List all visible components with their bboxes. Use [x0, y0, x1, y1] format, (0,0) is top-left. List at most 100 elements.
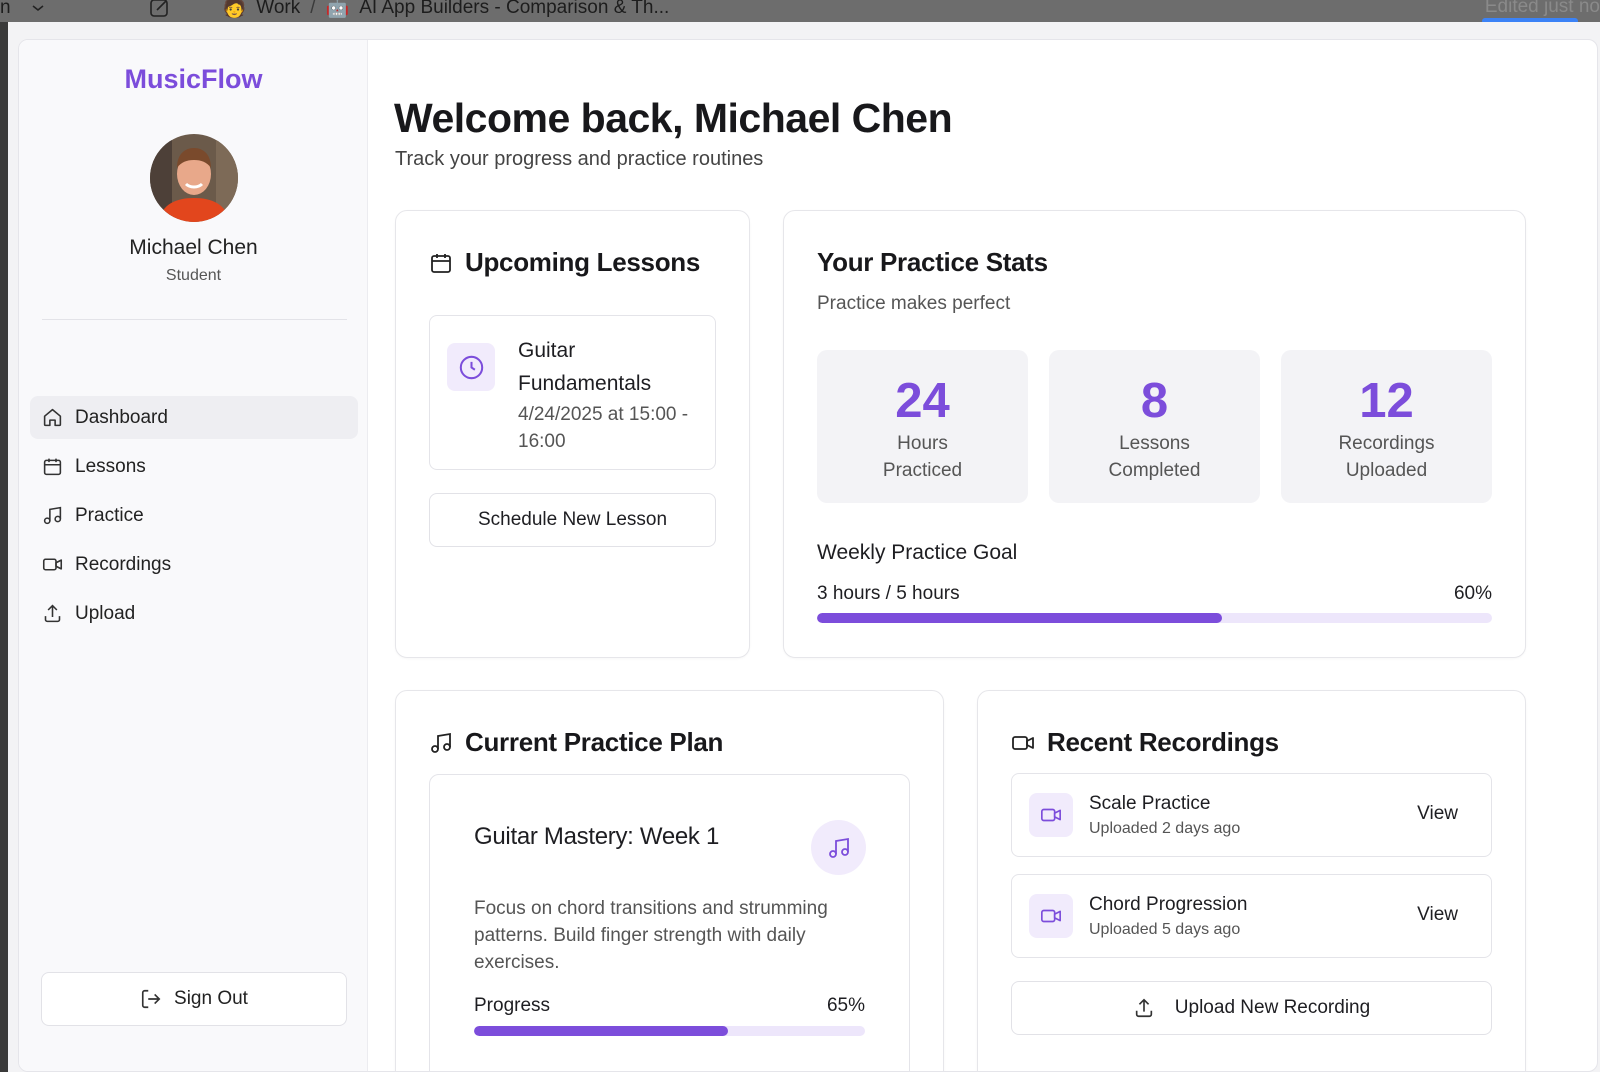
card-title-text: Recent Recordings	[1047, 727, 1279, 757]
schedule-lesson-button[interactable]: Schedule New Lesson	[429, 493, 716, 547]
sidebar-item-label: Practice	[75, 504, 144, 526]
window-edge	[0, 22, 8, 1072]
lesson-icon-badge	[447, 343, 495, 391]
plan-progress-percent: 65%	[826, 995, 865, 1016]
recording-meta: Uploaded 2 days ago	[1089, 820, 1241, 837]
user-name: Michael Chen	[129, 236, 258, 259]
sidebar-nav: Dashboard Lessons Practice Recordings Up…	[30, 396, 358, 641]
sidebar-item-label: Dashboard	[75, 406, 168, 428]
view-recording-button[interactable]: View	[1417, 803, 1458, 825]
lesson-time: 4/24/2025 at 15:00 - 16:00	[518, 404, 689, 452]
page-subtitle: Track your progress and practice routine…	[395, 148, 764, 170]
edit-icon[interactable]	[149, 0, 171, 18]
lesson-item[interactable]: Guitar Fundamentals 4/24/2025 at 15:00 -…	[429, 315, 716, 470]
card-title-text: Upcoming Lessons	[465, 247, 701, 277]
recording-meta: Uploaded 5 days ago	[1089, 921, 1241, 938]
music-note-icon	[431, 732, 451, 753]
sidebar-item-dashboard[interactable]: Dashboard	[30, 396, 358, 439]
upcoming-lessons-heading: Upcoming Lessons	[429, 247, 700, 278]
plan-name: Guitar Mastery: Week 1	[474, 823, 720, 850]
recording-name: Chord Progression	[1089, 894, 1248, 915]
upload-recording-label: Upload New Recording	[1174, 997, 1371, 1018]
plan-progress-fill	[474, 1026, 729, 1036]
video-icon	[1041, 808, 1061, 822]
practice-plan-item[interactable]: Guitar Mastery: Week 1 Focus on chord tr…	[429, 774, 910, 1071]
weekly-goal-progress-bar	[817, 613, 1492, 623]
breadcrumb: 🧑 Work / 🤖 AI App Builders - Comparison …	[223, 0, 670, 20]
home-icon	[43, 408, 62, 427]
stat-label: Lessons Completed	[1108, 433, 1201, 481]
practice-plan-heading: Current Practice Plan	[429, 727, 723, 758]
sidebar-item-upload[interactable]: Upload	[30, 592, 358, 635]
upload-icon	[44, 604, 61, 623]
sign-out-label: Sign Out	[174, 988, 248, 1009]
sidebar-item-practice[interactable]: Practice	[30, 494, 358, 537]
workspace-emoji-icon: 🧑	[222, 0, 247, 19]
practice-plan-card: Current Practice Plan Guitar Mastery: We…	[395, 690, 944, 1071]
view-recording-button[interactable]: View	[1417, 904, 1458, 926]
practice-stats-subtitle: Practice makes perfect	[817, 293, 1011, 314]
app-window: MusicFlow Michael Chen Student Dashboard…	[18, 39, 1598, 1072]
breadcrumb-page[interactable]: AI App Builders - Comparison & Th...	[359, 0, 669, 19]
lesson-name: Guitar Fundamentals	[518, 339, 652, 395]
stat-lessons-completed: 8 Lessons Completed	[1049, 350, 1260, 503]
breadcrumb-separator: /	[310, 0, 316, 18]
sidebar-item-label: Recordings	[75, 553, 172, 575]
tab-prefix: n	[0, 0, 11, 18]
page-title: Welcome back, Michael Chen	[394, 95, 953, 141]
video-icon	[42, 558, 63, 571]
sign-out-icon	[141, 989, 161, 1009]
music-note-icon	[828, 837, 849, 858]
recording-icon-badge	[1029, 793, 1073, 837]
sidebar-item-label: Upload	[75, 602, 136, 624]
practice-stats-heading: Your Practice Stats	[817, 247, 1048, 277]
sidebar-item-lessons[interactable]: Lessons	[30, 445, 358, 488]
breadcrumb-workspace[interactable]: Work	[256, 0, 300, 19]
user-role: Student	[165, 267, 222, 284]
chevron-down-icon[interactable]	[31, 3, 45, 13]
edit-status: Edited just no	[1484, 0, 1600, 17]
sidebar: MusicFlow Michael Chen Student Dashboard…	[19, 40, 368, 1071]
weekly-goal-percent: 60%	[1453, 583, 1492, 604]
stat-label: Recordings Uploaded	[1338, 433, 1435, 481]
recent-recordings-heading: Recent Recordings	[1011, 727, 1279, 758]
sidebar-divider	[42, 319, 347, 320]
weekly-goal-title: Weekly Practice Goal	[817, 541, 1018, 564]
robot-icon: 🤖	[325, 0, 350, 19]
plan-progress-label: Progress	[474, 995, 551, 1016]
practice-stats-card: Your Practice Stats Practice makes perfe…	[783, 210, 1526, 658]
recording-icon-badge	[1029, 894, 1073, 938]
app-logo[interactable]: MusicFlow	[19, 64, 368, 95]
video-icon	[1041, 909, 1061, 923]
weekly-goal-text: 3 hours / 5 hours	[817, 583, 960, 604]
upload-recording-button[interactable]: Upload New Recording	[1011, 981, 1492, 1035]
browser-top-bar: n 🧑 Work / 🤖 AI App Builders - Compariso…	[0, 0, 1600, 22]
app-background: MusicFlow Michael Chen Student Dashboard…	[8, 22, 1600, 1072]
stat-value: 8	[1140, 374, 1169, 428]
avatar	[150, 134, 238, 222]
stat-hours-practiced: 24 Hours Practiced	[817, 350, 1028, 503]
sidebar-item-recordings[interactable]: Recordings	[30, 543, 358, 586]
calendar-icon	[43, 458, 62, 476]
recording-name: Scale Practice	[1089, 793, 1211, 814]
stat-label: Hours Practiced	[882, 433, 963, 481]
stat-recordings-uploaded: 12 Recordings Uploaded	[1281, 350, 1492, 503]
music-note-icon	[43, 506, 62, 525]
video-icon	[1012, 735, 1034, 750]
sign-out-button[interactable]: Sign Out	[41, 972, 347, 1026]
stat-value: 24	[895, 374, 950, 428]
stat-value: 12	[1359, 374, 1414, 428]
plan-progress-bar	[474, 1026, 865, 1036]
upcoming-lessons-card: Upcoming Lessons Guitar Fundamentals 4/2…	[395, 210, 750, 658]
card-title-text: Current Practice Plan	[465, 727, 724, 757]
weekly-goal-progress-fill	[817, 613, 1222, 623]
calendar-icon	[431, 253, 451, 273]
plan-icon-badge	[811, 820, 866, 875]
plan-description: Focus on chord transitions and strumming…	[474, 898, 828, 973]
sidebar-item-label: Lessons	[75, 455, 146, 477]
recording-item: Scale Practice Uploaded 2 days ago View	[1011, 773, 1492, 857]
recording-item: Chord Progression Uploaded 5 days ago Vi…	[1011, 874, 1492, 958]
upload-icon	[1135, 998, 1152, 1018]
recent-recordings-card: Recent Recordings Scale Practice Uploade…	[977, 690, 1526, 1071]
clock-icon	[459, 355, 483, 379]
